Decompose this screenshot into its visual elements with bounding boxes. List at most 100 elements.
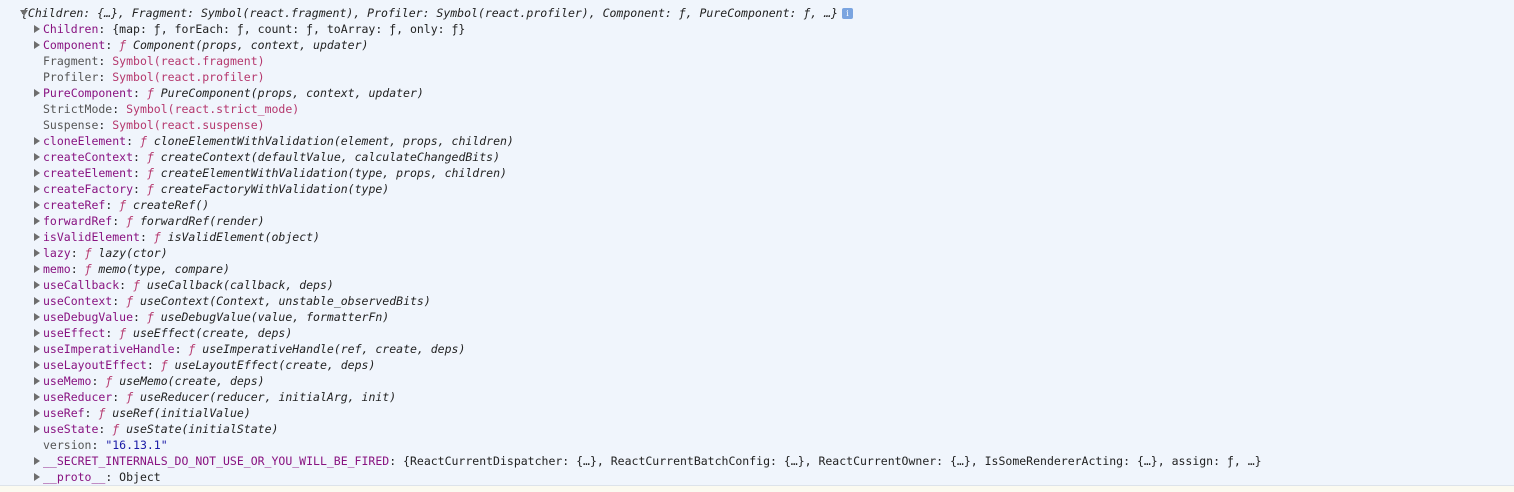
property-value: Symbol(react.profiler) xyxy=(112,70,265,84)
property-row-proto--[interactable]: __proto__: Object xyxy=(0,469,1514,485)
key-separator: : xyxy=(133,86,147,100)
property-value: Component(props, context, updater) xyxy=(133,38,369,52)
property-row-profiler: Profiler: Symbol(react.profiler) xyxy=(0,69,1514,85)
property-row-createfactory[interactable]: createFactory: ƒ createFactoryWithValida… xyxy=(0,181,1514,197)
key-separator: : xyxy=(389,454,404,468)
property-row-component[interactable]: Component: ƒ Component(props, context, u… xyxy=(0,37,1514,53)
property-key: useContext xyxy=(43,294,113,308)
function-glyph: ƒ xyxy=(98,406,113,420)
property-key: PureComponent xyxy=(43,86,134,100)
object-summary[interactable]: {Children: {…}, Fragment: Symbol(react.f… xyxy=(21,6,838,20)
key-separator: : xyxy=(126,134,140,148)
property-row-createelement[interactable]: createElement: ƒ createElementWithValida… xyxy=(0,165,1514,181)
property-key: createElement xyxy=(43,166,134,180)
property-value: {map: ƒ, forEach: ƒ, count: ƒ, toArray: … xyxy=(112,22,466,36)
property-row-forwardref[interactable]: forwardRef: ƒ forwardRef(render) xyxy=(0,213,1514,229)
property-row-createcontext[interactable]: createContext: ƒ createContext(defaultVa… xyxy=(0,149,1514,165)
collapse-triangle-icon[interactable] xyxy=(20,5,28,22)
key-separator: : xyxy=(105,198,120,212)
property-row-usecallback[interactable]: useCallback: ƒ useCallback(callback, dep… xyxy=(0,277,1514,293)
property-value: Symbol(react.suspense) xyxy=(112,118,265,132)
property-key: useMemo xyxy=(43,374,92,388)
property-key: cloneElement xyxy=(43,134,127,148)
property-value: useContext(Context, unstable_observedBit… xyxy=(139,294,431,308)
function-glyph: ƒ xyxy=(126,294,140,308)
property-row-memo[interactable]: memo: ƒ memo(type, compare) xyxy=(0,261,1514,277)
key-separator: : xyxy=(98,422,113,436)
property-key: StrictMode xyxy=(43,102,113,116)
property-row-version: version: "16.13.1" xyxy=(0,437,1514,453)
property-row-uselayouteffect[interactable]: useLayoutEffect: ƒ useLayoutEffect(creat… xyxy=(0,357,1514,373)
key-separator: : xyxy=(112,294,127,308)
function-glyph: ƒ xyxy=(119,326,134,340)
property-value: createElementWithValidation(type, props,… xyxy=(160,166,507,180)
property-key: Component xyxy=(43,38,106,52)
property-key: useEffect xyxy=(43,326,106,340)
function-glyph: ƒ xyxy=(105,374,120,388)
function-glyph: ƒ xyxy=(139,134,154,148)
function-glyph: ƒ xyxy=(126,390,140,404)
property-row-children[interactable]: Children: {map: ƒ, forEach: ƒ, count: ƒ,… xyxy=(0,21,1514,37)
function-glyph: ƒ xyxy=(146,182,161,196)
property-row-fragment: Fragment: Symbol(react.fragment) xyxy=(0,53,1514,69)
function-glyph: ƒ xyxy=(160,358,175,372)
property-key: useRef xyxy=(43,406,85,420)
property-value: PureComponent(props, context, updater) xyxy=(160,86,424,100)
function-glyph: ƒ xyxy=(188,342,203,356)
property-row-cloneelement[interactable]: cloneElement: ƒ cloneElementWithValidati… xyxy=(0,133,1514,149)
property-value: useDebugValue(value, formatterFn) xyxy=(160,310,390,324)
key-separator: : xyxy=(119,278,134,292)
function-glyph: ƒ xyxy=(84,246,99,260)
function-glyph: ƒ xyxy=(119,198,134,212)
expand-triangle-icon[interactable] xyxy=(33,469,41,487)
property-value: forwardRef(render) xyxy=(139,214,265,228)
key-separator: : xyxy=(105,38,120,52)
property-row-useeffect[interactable]: useEffect: ƒ useEffect(create, deps) xyxy=(0,325,1514,341)
console-prompt-strip[interactable] xyxy=(0,486,1514,492)
property-row-useref[interactable]: useRef: ƒ useRef(initialValue) xyxy=(0,405,1514,421)
property-row-usestate[interactable]: useState: ƒ useState(initialState) xyxy=(0,421,1514,437)
property-key: createContext xyxy=(43,150,134,164)
property-row-useimperativehandle[interactable]: useImperativeHandle: ƒ useImperativeHand… xyxy=(0,341,1514,357)
property-value: Object xyxy=(119,470,161,484)
property-key: Children xyxy=(43,22,99,36)
function-glyph: ƒ xyxy=(146,166,161,180)
object-header-row[interactable]: {Children: {…}, Fragment: Symbol(react.f… xyxy=(0,5,1514,21)
property-row-usedebugvalue[interactable]: useDebugValue: ƒ useDebugValue(value, fo… xyxy=(0,309,1514,325)
property-row-lazy[interactable]: lazy: ƒ lazy(ctor) xyxy=(0,245,1514,261)
key-separator: : xyxy=(98,22,113,36)
property-value: "16.13.1" xyxy=(105,438,168,452)
property-row-usememo[interactable]: useMemo: ƒ useMemo(create, deps) xyxy=(0,373,1514,389)
console-object-inspector: {Children: {…}, Fragment: Symbol(react.f… xyxy=(0,0,1514,486)
property-row-isvalidelement[interactable]: isValidElement: ƒ isValidElement(object) xyxy=(0,229,1514,245)
property-value: useEffect(create, deps) xyxy=(133,326,293,340)
function-glyph: ƒ xyxy=(146,86,161,100)
property-value: createContext(defaultValue, calculateCha… xyxy=(160,150,500,164)
key-separator: : xyxy=(139,230,154,244)
property-value: useImperativeHandle(ref, create, deps) xyxy=(202,342,466,356)
function-glyph: ƒ xyxy=(112,422,127,436)
function-glyph: ƒ xyxy=(146,310,161,324)
property-key: memo xyxy=(43,262,71,276)
property-row-secret-internals-do-not-use-or-you-will-be-fired[interactable]: __SECRET_INTERNALS_DO_NOT_USE_OR_YOU_WIL… xyxy=(0,453,1514,469)
property-value: useState(initialState) xyxy=(126,422,279,436)
property-value: cloneElementWithValidation(element, prop… xyxy=(153,134,514,148)
property-row-createref[interactable]: createRef: ƒ createRef() xyxy=(0,197,1514,213)
key-separator: : xyxy=(91,438,106,452)
key-separator: : xyxy=(112,102,127,116)
property-value: useCallback(callback, deps) xyxy=(146,278,334,292)
property-value: memo(type, compare) xyxy=(98,262,230,276)
property-key: version xyxy=(43,438,92,452)
key-separator: : xyxy=(112,214,127,228)
key-separator: : xyxy=(133,150,147,164)
function-glyph: ƒ xyxy=(146,150,161,164)
property-value: useRef(initialValue) xyxy=(112,406,251,420)
property-key: useImperativeHandle xyxy=(43,342,175,356)
function-glyph: ƒ xyxy=(126,214,140,228)
info-icon[interactable]: i xyxy=(841,8,853,19)
property-row-usecontext[interactable]: useContext: ƒ useContext(Context, unstab… xyxy=(0,293,1514,309)
property-key: lazy xyxy=(43,246,71,260)
property-key: __SECRET_INTERNALS_DO_NOT_USE_OR_YOU_WIL… xyxy=(43,454,390,468)
property-row-purecomponent[interactable]: PureComponent: ƒ PureComponent(props, co… xyxy=(0,85,1514,101)
property-row-usereducer[interactable]: useReducer: ƒ useReducer(reducer, initia… xyxy=(0,389,1514,405)
